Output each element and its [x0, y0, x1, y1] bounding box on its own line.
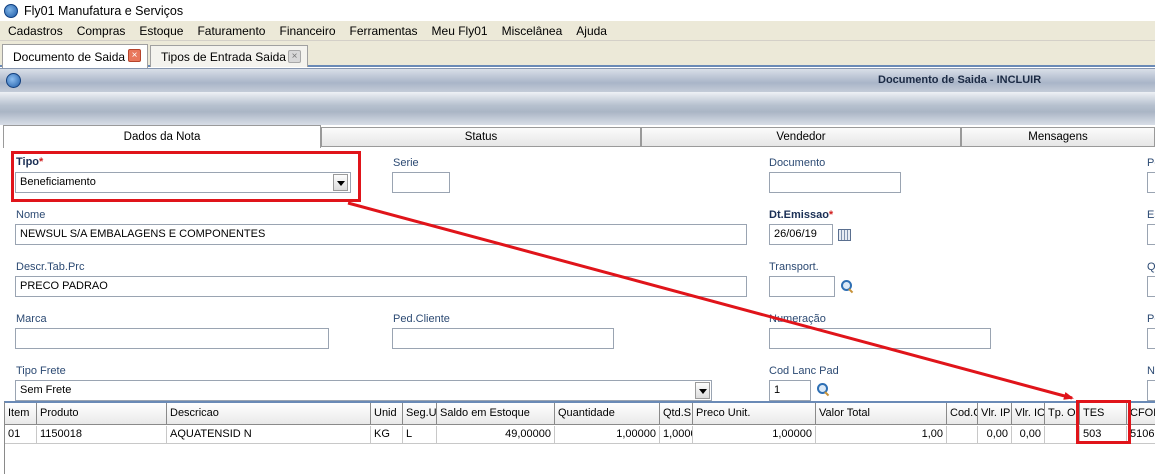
table-row-descricao[interactable]: AQUATENSID N [167, 426, 371, 444]
tab-status[interactable]: Status [321, 127, 641, 147]
col-header-seg-u[interactable]: Seg.U [403, 403, 437, 425]
pe2-label: Pe [1147, 313, 1155, 325]
ped-cliente-label: Ped.Cliente [393, 313, 450, 325]
search-icon[interactable] [816, 382, 830, 396]
window-title: Fly01 Manufatura e Serviços [24, 3, 184, 18]
close-icon[interactable]: × [288, 50, 301, 63]
col-header-preco-unit[interactable]: Preco Unit. [693, 403, 816, 425]
marca-label: Marca [16, 313, 47, 325]
col-header-descricao[interactable]: Descricao [167, 403, 371, 425]
close-icon[interactable]: × [128, 49, 141, 62]
documento-label: Documento [769, 157, 826, 169]
serie-input[interactable] [392, 172, 450, 193]
col-header-tp-o[interactable]: Tp. O [1045, 403, 1080, 425]
col-header-qtd-s[interactable]: Qtd.S [660, 403, 693, 425]
col-header-unid[interactable]: Unid [371, 403, 403, 425]
tab-tipos-de-entrada-saida[interactable]: Tipos de Entrada Saida × [150, 45, 308, 67]
nome-input[interactable]: NEWSUL S/A EMBALAGENS E COMPONENTES [15, 224, 747, 245]
marca-input[interactable] [15, 328, 329, 349]
menu-ferramentas[interactable]: Ferramentas [343, 21, 425, 41]
numeracao-input[interactable] [769, 328, 991, 349]
menu-miscelanea[interactable]: Miscelânea [495, 21, 570, 41]
tab-vendedor[interactable]: Vendedor [641, 127, 961, 147]
pe-label: Pe [1147, 157, 1155, 169]
form-header: Documento de Saida - INCLUIR [0, 68, 1155, 92]
table-row-item[interactable]: 01 [5, 426, 37, 444]
descr-tab-prc-label: Descr.Tab.Prc [16, 261, 85, 273]
tab-mensagens[interactable]: Mensagens [961, 127, 1155, 147]
tab-label: Documento de Saida [13, 49, 126, 64]
serie-label: Serie [393, 157, 419, 169]
col-header-produto[interactable]: Produto [37, 403, 167, 425]
qt-input[interactable] [1147, 276, 1155, 297]
numeracao-label: Numeração [769, 313, 826, 325]
es-label: Es [1147, 209, 1155, 221]
menu-financeiro[interactable]: Financeiro [272, 21, 342, 41]
table-row-seg-u[interactable]: L [403, 426, 437, 444]
menu-ajuda[interactable]: Ajuda [569, 21, 614, 41]
dt-emissao-input[interactable]: 26/06/19 [769, 224, 833, 245]
table-row-valor-total[interactable]: 1,00 [816, 426, 947, 444]
tipo-frete-label: Tipo Frete [16, 365, 66, 377]
table-row-preco-unit[interactable]: 1,00000 [693, 426, 816, 444]
table-row-saldo-estoque[interactable]: 49,00000 [437, 426, 555, 444]
col-header-item[interactable]: Item [5, 403, 37, 425]
n-label: N [1147, 365, 1155, 377]
col-header-cod-c[interactable]: Cod.C [947, 403, 978, 425]
table-row-cod-c[interactable] [947, 426, 978, 444]
tab-documento-de-saida[interactable]: Documento de Saida × [2, 44, 148, 68]
items-grid: Item Produto Descricao Unid Seg.U Saldo … [4, 401, 1155, 474]
transport-input[interactable] [769, 276, 835, 297]
pe2-input[interactable] [1147, 328, 1155, 349]
section-tabs: Dados da Nota Status Vendedor Mensagens [0, 125, 1155, 148]
app-logo-icon [4, 3, 18, 18]
menu-compras[interactable]: Compras [70, 21, 133, 41]
chevron-down-icon[interactable] [695, 382, 710, 399]
col-header-quantidade[interactable]: Quantidade [555, 403, 660, 425]
table-row-cfop[interactable]: 5106 [1127, 426, 1155, 444]
calendar-icon[interactable] [838, 229, 851, 241]
menu-estoque[interactable]: Estoque [132, 21, 190, 41]
col-header-saldo-estoque[interactable]: Saldo em Estoque [437, 403, 555, 425]
es-input[interactable] [1147, 224, 1155, 245]
table-row-produto[interactable]: 1150018 [37, 426, 167, 444]
n-input[interactable] [1147, 380, 1155, 401]
nome-label: Nome [16, 209, 46, 221]
annotation-highlight-tes [1076, 400, 1131, 444]
col-header-vlr-ic[interactable]: Vlr. IC [1012, 403, 1045, 425]
menu-cadastros[interactable]: Cadastros [0, 21, 70, 41]
col-header-valor-total[interactable]: Valor Total [816, 403, 947, 425]
dt-emissao-label: Dt.Emissao* [769, 209, 834, 221]
pe-input[interactable] [1147, 172, 1155, 193]
menu-faturamento[interactable]: Faturamento [190, 21, 272, 41]
tab-dados-da-nota[interactable]: Dados da Nota [3, 125, 321, 148]
toolbar-band [0, 92, 1155, 125]
cod-lanc-pad-input[interactable]: 1 [769, 380, 811, 401]
tipo-frete-select[interactable]: Sem Frete [15, 380, 712, 401]
ped-cliente-input[interactable] [392, 328, 614, 349]
table-row-tp-o[interactable] [1045, 426, 1080, 444]
form-title: Documento de Saida - INCLUIR [878, 74, 1042, 86]
menu-bar: Cadastros Compras Estoque Faturamento Fi… [0, 21, 1155, 41]
cod-lanc-pad-label: Cod Lanc Pad [769, 365, 839, 377]
title-bar: Fly01 Manufatura e Serviços [0, 0, 1155, 21]
search-icon[interactable] [840, 279, 854, 293]
table-row-qtd-s[interactable]: 1,0000 [660, 426, 693, 444]
annotation-highlight-tipo [11, 151, 361, 202]
table-row-vlr-ic[interactable]: 0,00 [1012, 426, 1045, 444]
menu-meu-fly01[interactable]: Meu Fly01 [425, 21, 495, 41]
document-tab-strip: Documento de Saida × Tipos de Entrada Sa… [0, 41, 1155, 68]
table-row-unid[interactable]: KG [371, 426, 403, 444]
app-logo-icon [6, 73, 21, 88]
transport-label: Transport. [769, 261, 819, 273]
table-row-vlr-ip[interactable]: 0,00 [978, 426, 1012, 444]
descr-tab-prc-input[interactable]: PRECO PADRAO [15, 276, 747, 297]
qt-label: Qt [1147, 261, 1155, 273]
documento-input[interactable] [769, 172, 901, 193]
col-header-vlr-ip[interactable]: Vlr. IP [978, 403, 1012, 425]
table-row-quantidade[interactable]: 1,00000 [555, 426, 660, 444]
col-header-cfop[interactable]: CFOP [1127, 403, 1155, 425]
tab-label: Tipos de Entrada Saida [161, 49, 286, 64]
